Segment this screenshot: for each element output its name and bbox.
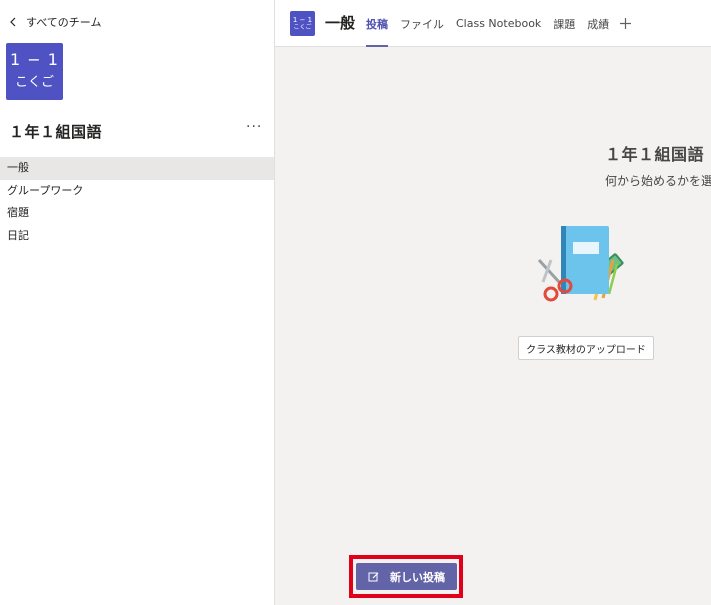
chevron-left-icon <box>6 15 20 29</box>
upload-class-materials-button[interactable]: クラス教材のアップロード <box>518 336 654 360</box>
new-post-button[interactable]: 新しい投稿 <box>356 563 457 590</box>
tab-posts[interactable]: 投稿 <box>366 0 388 47</box>
back-label: すべてのチーム <box>26 16 102 29</box>
compose-icon <box>368 571 380 583</box>
team-avatar-tile: 1 − 1 こくご <box>6 43 63 100</box>
channel-item-general[interactable]: 一般 <box>0 157 274 180</box>
new-post-label: 新しい投稿 <box>390 570 445 584</box>
tab-assignments[interactable]: 課題 <box>553 0 575 47</box>
mini-tile-line1: 1 − 1 <box>292 15 313 24</box>
more-icon[interactable]: ··· <box>246 119 262 135</box>
welcome-subtitle: 何から始めるかを選 <box>605 174 711 188</box>
add-tab-icon[interactable] <box>617 16 633 32</box>
tab-grades[interactable]: 成績 <box>587 0 609 47</box>
team-name: １年１組国語 <box>9 123 103 141</box>
tab-class-notebook[interactable]: Class Notebook <box>456 0 541 47</box>
channel-header: 1 − 1 こくご 一般 投稿 ファイル Class Notebook 課題 成… <box>275 0 711 47</box>
channel-item-groupwork[interactable]: グループワーク <box>0 180 274 203</box>
channel-item-homework[interactable]: 宿題 <box>0 202 274 225</box>
tab-bar: 投稿 ファイル Class Notebook 課題 成績 <box>366 0 633 47</box>
back-to-all-teams-link[interactable]: すべてのチーム <box>6 14 101 30</box>
main-panel: 1 − 1 こくご 一般 投稿 ファイル Class Notebook 課題 成… <box>275 0 711 605</box>
channel-title: 一般 <box>325 14 356 32</box>
welcome-title: １年１組国語 <box>605 145 705 164</box>
mini-tile-line2: こくご <box>293 23 312 31</box>
channel-list: 一般 グループワーク 宿題 日記 <box>0 157 274 247</box>
team-mini-tile: 1 − 1 こくご <box>290 11 315 36</box>
tab-files[interactable]: ファイル <box>400 0 444 47</box>
team-tile-line1: 1 − 1 <box>10 50 59 69</box>
channel-item-diary[interactable]: 日記 <box>0 225 274 248</box>
team-tile-line2: こくご <box>14 75 54 90</box>
notebook-scissors-illustration <box>537 226 624 302</box>
sidebar: すべてのチーム 1 − 1 こくご １年１組国語 ··· 一般 グループワーク … <box>0 0 275 605</box>
